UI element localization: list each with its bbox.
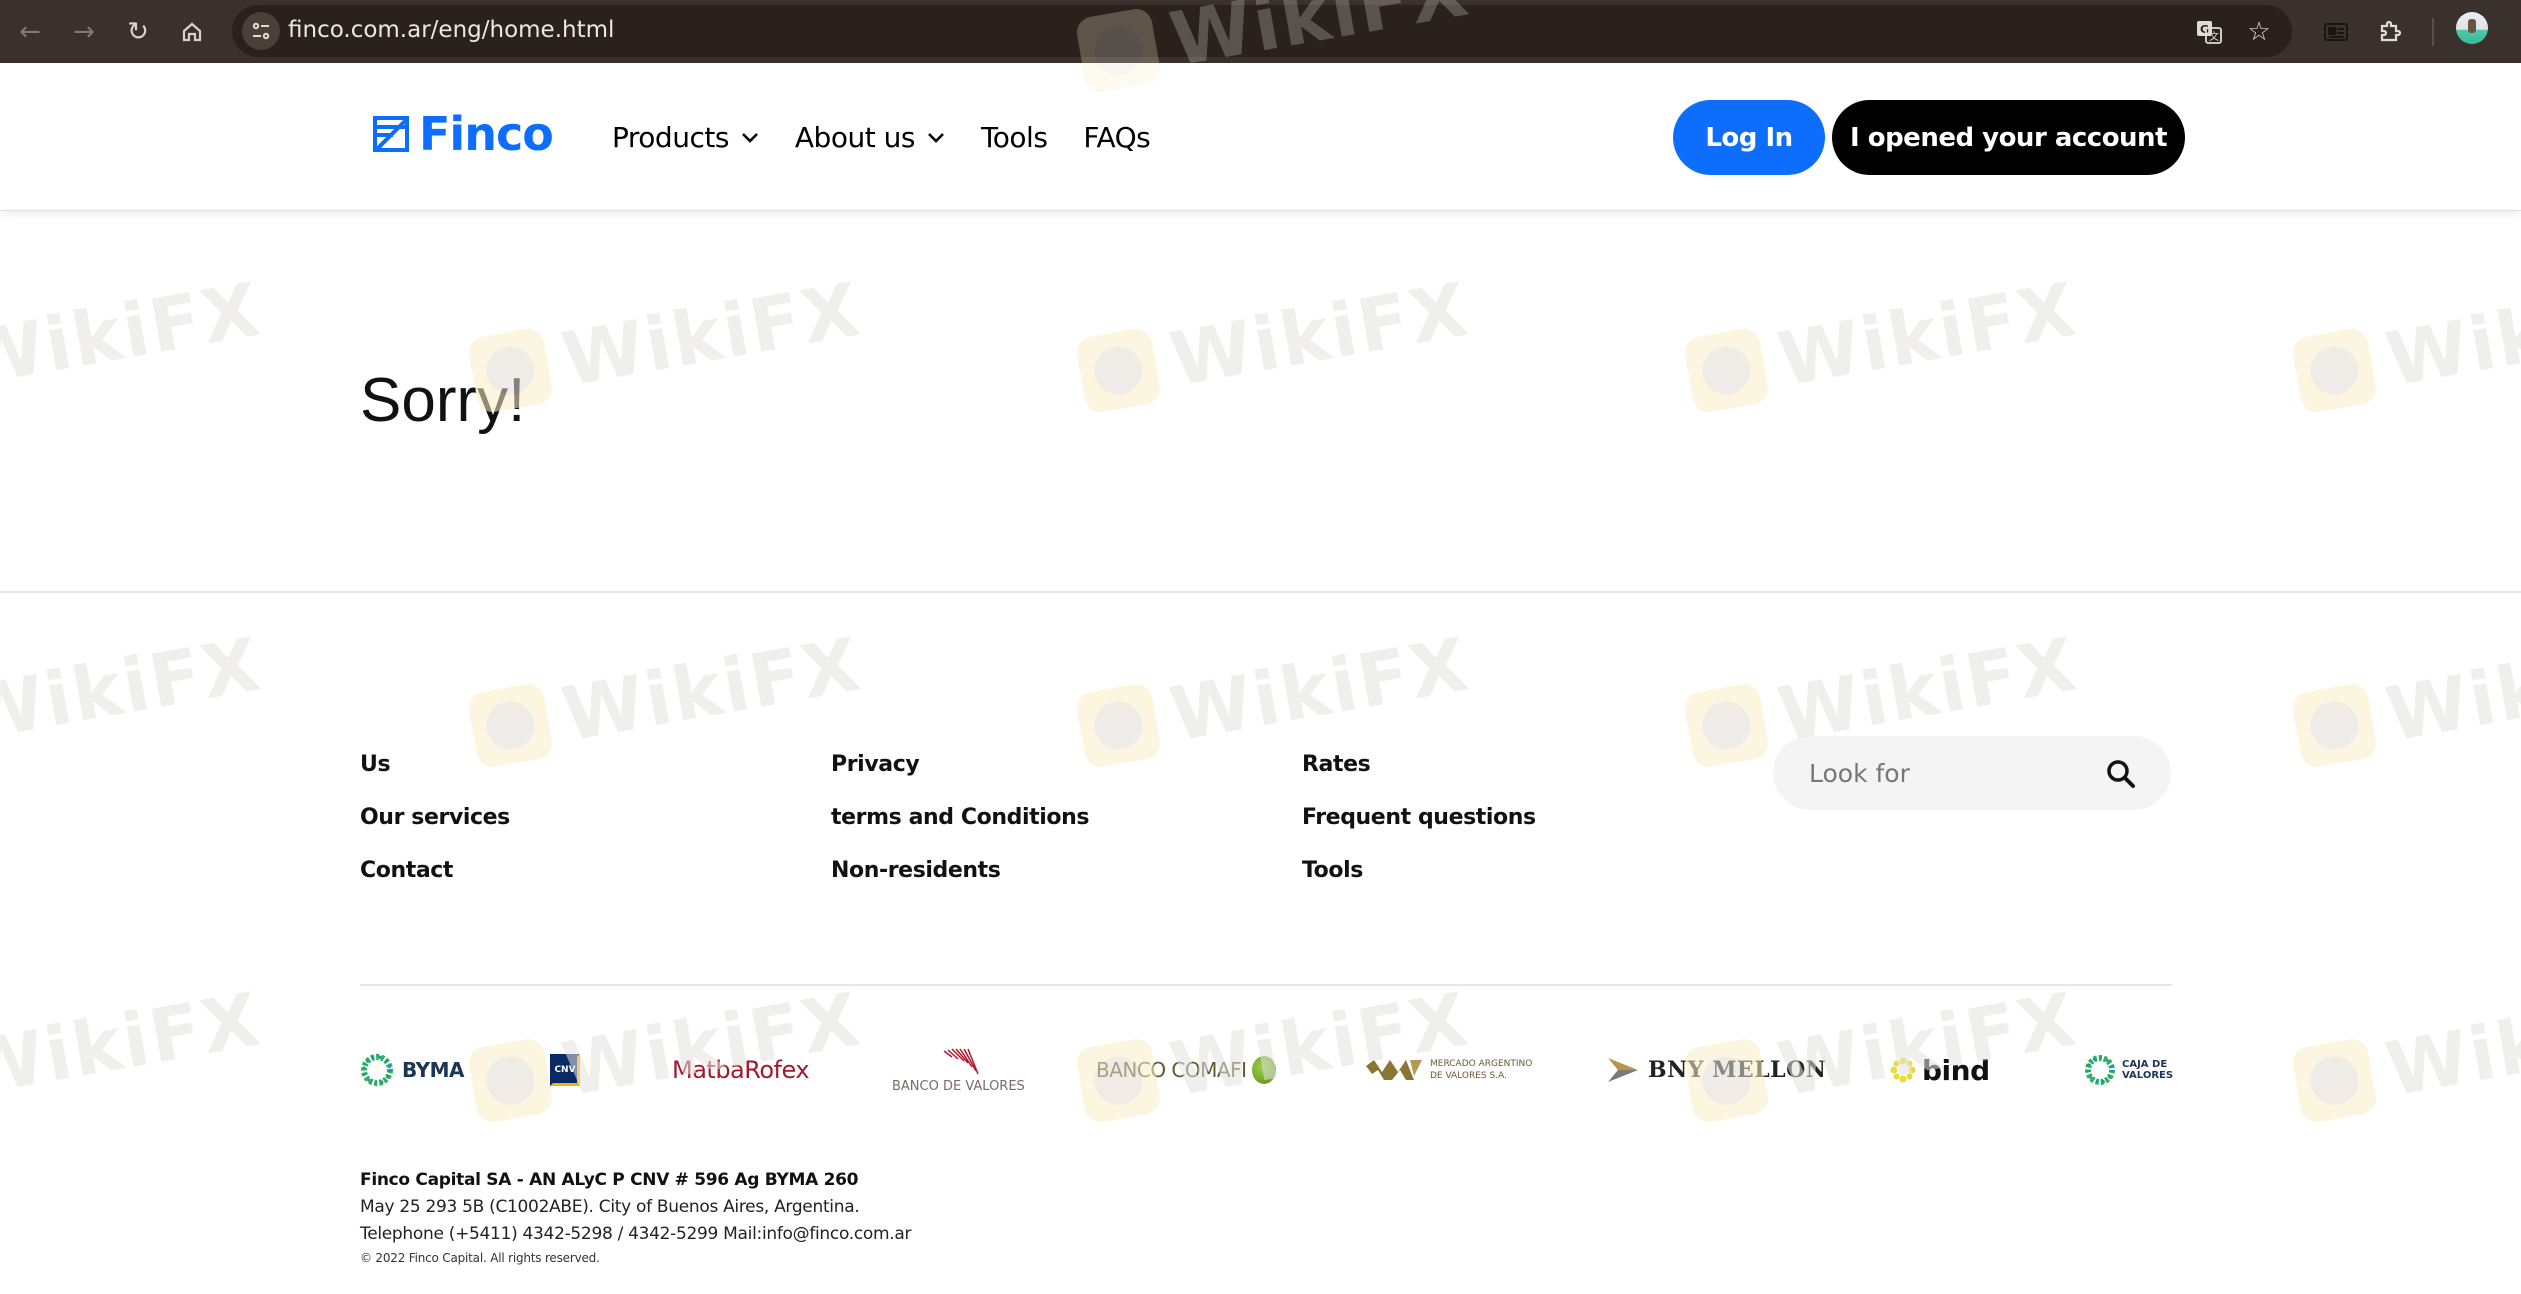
nav-tools[interactable]: Tools — [980, 121, 1048, 154]
nav-tools-label: Tools — [980, 121, 1048, 154]
caja-de-valores-text: CAJA DE VALORES — [2122, 1059, 2173, 1081]
partner-matbarofex[interactable]: MatbaRofex — [672, 1035, 810, 1105]
bind-text: bind — [1922, 1053, 1990, 1087]
partner-bny-mellon[interactable]: BNY MELLON — [1608, 1035, 1826, 1105]
forward-icon: → — [73, 17, 95, 47]
footer-link-our-services[interactable]: Our services — [360, 806, 510, 829]
footer-column-legal: Privacy terms and Conditions Non-residen… — [831, 753, 1089, 912]
bny-mellon-logo-icon — [1608, 1058, 1638, 1082]
copyright: © 2022 Finco Capital. All rights reserve… — [360, 1251, 600, 1265]
caja-de-valores-logo-icon — [2085, 1055, 2115, 1085]
company-registration: Finco Capital SA - AN ALyC P CNV # 596 A… — [360, 1170, 859, 1190]
url-text[interactable]: finco.com.ar/eng/home.html — [288, 17, 614, 43]
site-header: Finco Products About us Tools FAQs Log I… — [0, 63, 2521, 211]
comafi-leaf-icon — [1252, 1056, 1277, 1084]
site-info-button[interactable] — [242, 12, 280, 50]
footer-column-resources: Rates Frequent questions Tools — [1302, 753, 1536, 912]
footer-link-faq[interactable]: Frequent questions — [1302, 806, 1536, 829]
svg-text:G: G — [2200, 23, 2209, 36]
banco-de-valores-logo-icon — [943, 1047, 980, 1074]
partner-banco-comafi[interactable]: BANCO COMAFI — [1096, 1035, 1277, 1105]
byma-text: BYMA — [402, 1058, 465, 1082]
partner-logos: BYMA CNV MatbaRofex BANCO DE VALORES BAN… — [360, 1035, 2173, 1105]
partner-mav[interactable]: MERCADO ARGENTINO DE VALORES S.A. — [1366, 1035, 1532, 1105]
footer-link-tools[interactable]: Tools — [1302, 859, 1536, 882]
search-icon[interactable] — [2105, 758, 2137, 790]
cnv-logo: CNV — [550, 1054, 580, 1086]
translate-icon: G 文 — [2197, 21, 2222, 44]
reload-button[interactable]: ↻ — [118, 12, 158, 52]
back-button[interactable]: ← — [10, 12, 50, 52]
footer-link-contact[interactable]: Contact — [360, 859, 510, 882]
main-content: Sorry! — [0, 211, 2521, 591]
chevron-down-icon — [741, 132, 758, 143]
open-account-button[interactable]: I opened your account — [1832, 100, 2185, 175]
nav-faqs-label: FAQs — [1083, 121, 1151, 154]
partner-byma[interactable]: BYMA — [360, 1035, 465, 1105]
matbarofex-text: MatbaRofex — [672, 1056, 810, 1084]
company-address: May 25 293 5B (C1002ABE). City of Buenos… — [360, 1197, 860, 1217]
brand-name: Finco — [419, 107, 554, 161]
mav-text-line-1: MERCADO ARGENTINO — [1430, 1059, 1533, 1069]
partner-bind[interactable]: bind — [1890, 1035, 1990, 1105]
main-nav: Products About us Tools FAQs — [612, 121, 1186, 154]
footer-column-company: Us Our services Contact — [360, 753, 510, 912]
nav-about-us[interactable]: About us — [795, 121, 945, 154]
nav-about-us-label: About us — [794, 121, 916, 154]
chevron-down-icon — [928, 132, 944, 143]
bny-mellon-text: BNY MELLON — [1648, 1057, 1827, 1083]
browser-toolbar: ← → ↻ finco.com.ar/eng/home.html G 文 ☆ — [0, 0, 2521, 63]
reading-mode-icon — [2324, 23, 2348, 41]
company-contact: Telephone (+5411) 4342-5298 / 4342-5299 … — [360, 1224, 912, 1244]
mav-logo-icon — [1366, 1060, 1422, 1080]
nav-products[interactable]: Products — [612, 121, 759, 154]
caja-text-line-1: CAJA DE — [2122, 1059, 2168, 1070]
footer-link-non-residents[interactable]: Non-residents — [831, 859, 1089, 882]
footer-search — [1773, 736, 2171, 810]
mav-text-line-2: DE VALORES S.A. — [1430, 1071, 1507, 1081]
partner-cnv[interactable]: CNV — [550, 1035, 580, 1105]
nav-products-label: Products — [612, 121, 729, 154]
partner-caja-de-valores[interactable]: CAJA DE VALORES — [2084, 1035, 2173, 1105]
bookmark-star-icon: ☆ — [2247, 17, 2271, 47]
page-heading: Sorry! — [360, 366, 526, 435]
back-icon: ← — [19, 17, 41, 47]
reload-icon: ↻ — [127, 17, 149, 47]
login-button[interactable]: Log In — [1673, 100, 1825, 175]
home-icon — [182, 22, 202, 42]
mav-text: MERCADO ARGENTINO DE VALORES S.A. — [1430, 1058, 1532, 1082]
toolbar-separator — [2432, 18, 2434, 46]
banco-comafi-text: BANCO COMAFI — [1096, 1058, 1247, 1082]
profile-avatar[interactable] — [2456, 12, 2488, 44]
banco-de-valores-text: BANCO DE VALORES — [892, 1078, 1025, 1094]
legal-info: Finco Capital SA - AN ALyC P CNV # 596 A… — [360, 1170, 911, 1269]
caja-text-line-2: VALORES — [2122, 1070, 2174, 1081]
finco-logo[interactable]: Finco — [373, 107, 554, 161]
address-bar[interactable]: finco.com.ar/eng/home.html G 文 ☆ — [232, 5, 2292, 57]
reading-mode-button[interactable] — [2316, 12, 2356, 52]
extensions-button[interactable] — [2370, 12, 2410, 52]
translate-button[interactable]: G 文 — [2192, 15, 2226, 49]
home-button[interactable] — [172, 12, 212, 52]
bind-logo-icon — [1890, 1057, 1916, 1083]
footer-link-us[interactable]: Us — [360, 753, 510, 776]
forward-button[interactable]: → — [64, 12, 104, 52]
footer-link-terms[interactable]: terms and Conditions — [831, 806, 1089, 829]
nav-faqs[interactable]: FAQs — [1083, 121, 1150, 154]
finco-logo-icon — [373, 116, 409, 152]
partner-banco-de-valores[interactable]: BANCO DE VALORES — [892, 1035, 1025, 1105]
extensions-icon — [2380, 20, 2402, 42]
footer-divider — [360, 984, 2172, 986]
site-info-icon — [252, 22, 270, 40]
footer-link-privacy[interactable]: Privacy — [831, 753, 1089, 776]
byma-logo-icon — [361, 1054, 393, 1086]
bookmark-button[interactable]: ☆ — [2242, 15, 2276, 49]
footer-link-rates[interactable]: Rates — [1302, 753, 1536, 776]
svg-text:文: 文 — [2209, 30, 2219, 43]
search-input[interactable] — [1809, 758, 2089, 788]
